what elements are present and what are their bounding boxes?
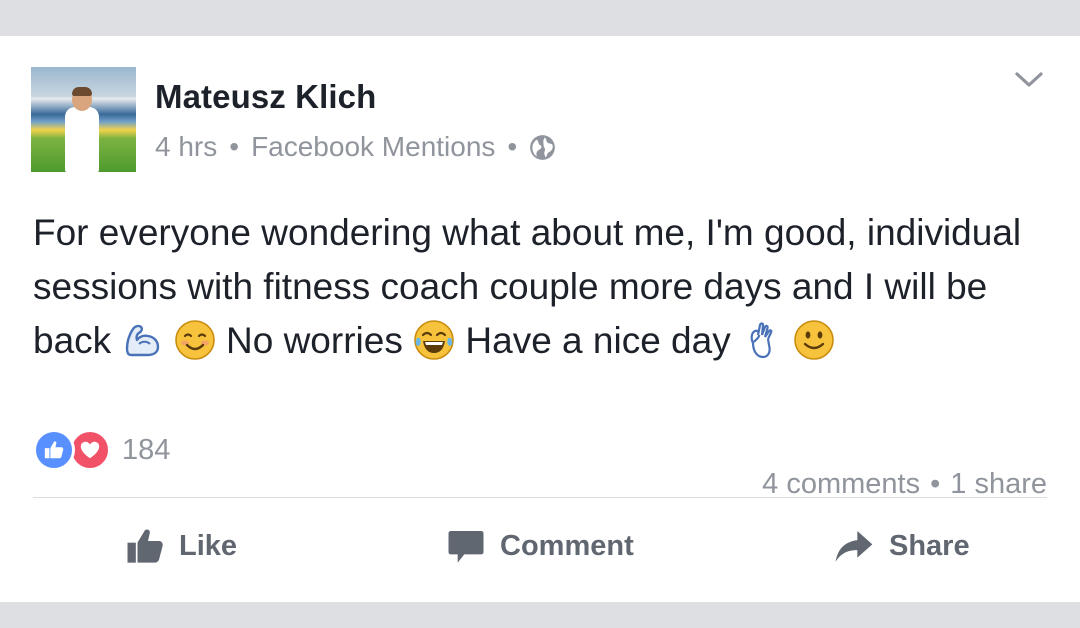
slightly-smiling-face-icon xyxy=(794,320,835,360)
tears-of-joy-icon xyxy=(414,320,454,360)
chevron-down-icon[interactable] xyxy=(1014,70,1044,90)
share-label: Share xyxy=(889,529,970,562)
thumbs-up-icon xyxy=(127,529,163,563)
love-reaction-icon xyxy=(69,429,111,471)
smiling-face-icon xyxy=(174,320,215,360)
post-time[interactable]: 4 hrs xyxy=(155,131,217,163)
divider xyxy=(33,497,1047,498)
share-arrow-icon xyxy=(835,531,873,562)
ok-hand-icon xyxy=(750,322,773,359)
avatar-player-shirt xyxy=(65,107,99,172)
comments-count[interactable]: 4 comments xyxy=(762,468,920,500)
post-text-part: No worries xyxy=(226,320,403,361)
reaction-summary[interactable]: 184 xyxy=(33,429,170,471)
post-text-part: Have a nice day xyxy=(465,320,731,361)
post-source[interactable]: Facebook Mentions xyxy=(251,131,495,163)
shares-count[interactable]: 1 share xyxy=(950,468,1047,500)
action-bar: Like Comment Share xyxy=(0,516,1080,584)
like-reaction-icon xyxy=(33,429,75,471)
meta-separator: • xyxy=(229,131,240,162)
post-card: Mateusz Klich 4 hrs • Facebook Mentions … xyxy=(0,36,1080,602)
globe-icon[interactable] xyxy=(529,134,556,161)
post-meta: 4 hrs • Facebook Mentions • xyxy=(155,131,556,163)
comment-button[interactable]: Comment xyxy=(446,526,634,566)
meta-separator: • xyxy=(507,131,518,162)
like-button[interactable]: Like xyxy=(125,526,237,566)
post-message: For everyone wondering what about me, I'… xyxy=(33,206,1053,368)
comment-icon xyxy=(448,531,484,563)
comment-label: Comment xyxy=(500,529,634,562)
stats-separator: • xyxy=(930,468,941,500)
share-button[interactable]: Share xyxy=(833,526,970,566)
avatar[interactable] xyxy=(31,67,136,172)
like-label: Like xyxy=(179,529,238,562)
author-name[interactable]: Mateusz Klich xyxy=(155,78,376,116)
avatar-player-hair xyxy=(72,87,92,96)
flexed-biceps-icon xyxy=(126,324,160,357)
reaction-count: 184 xyxy=(122,433,171,466)
